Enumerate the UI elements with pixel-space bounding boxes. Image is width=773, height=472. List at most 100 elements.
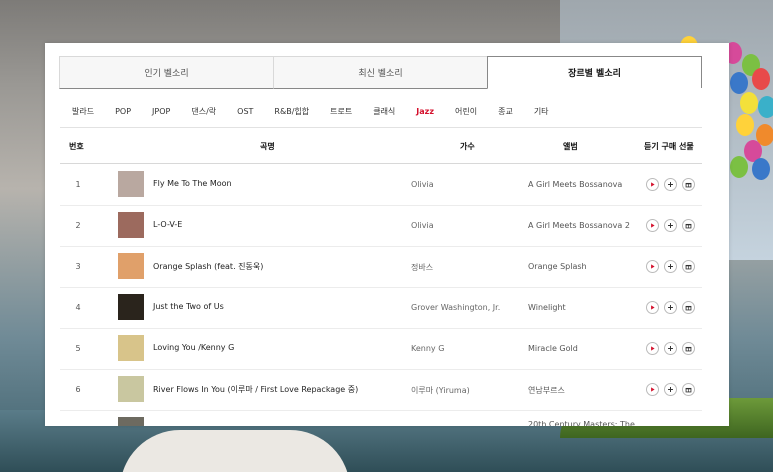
- play-button[interactable]: [646, 342, 659, 355]
- album-thumbnail[interactable]: [118, 253, 144, 279]
- row-number: 2: [75, 221, 81, 230]
- album-link[interactable]: 연남부르스: [528, 385, 565, 396]
- play-button[interactable]: [646, 178, 659, 191]
- row-number: 6: [75, 385, 81, 394]
- tab-popular[interactable]: 인기 벨소리: [59, 56, 274, 89]
- play-icon: [651, 264, 655, 269]
- row-actions: [646, 342, 695, 355]
- plus-icon: [668, 305, 673, 310]
- song-title-link[interactable]: Orange Splash (feat. 진동욱): [153, 261, 263, 272]
- balloon: [740, 92, 758, 114]
- album-thumbnail[interactable]: [118, 171, 144, 197]
- table-row: 2 L-O-V-E Olivia A Girl Meets Bossanova …: [60, 205, 702, 247]
- genre-dance-rock[interactable]: 댄스/락: [191, 106, 216, 117]
- table-row: 4 Just the Two of Us Grover Washington, …: [60, 287, 702, 329]
- row-actions: [646, 260, 695, 273]
- play-button[interactable]: [646, 260, 659, 273]
- album-thumbnail[interactable]: [118, 212, 144, 238]
- plus-icon: [668, 387, 673, 392]
- gift-button[interactable]: [682, 219, 695, 232]
- album-thumbnail[interactable]: [118, 335, 144, 361]
- genre-religion[interactable]: 종교: [498, 106, 513, 117]
- genre-divider: [60, 127, 702, 128]
- gift-icon: [685, 264, 692, 270]
- genre-jazz[interactable]: Jazz: [416, 107, 434, 116]
- artist-link[interactable]: 이루마 (Yiruma): [411, 385, 470, 396]
- row-number: 3: [75, 262, 81, 271]
- genre-kids[interactable]: 어린이: [455, 106, 477, 117]
- album-thumbnail[interactable]: [118, 294, 144, 320]
- header-album: 앨범: [563, 142, 578, 151]
- artist-link[interactable]: 정바스: [411, 262, 433, 273]
- table-row: 3 Orange Splash (feat. 진동욱) 정바스 Orange S…: [60, 246, 702, 288]
- song-title-link[interactable]: Fly Me To The Moon: [153, 179, 232, 188]
- buy-button[interactable]: [664, 342, 677, 355]
- plus-icon: [668, 346, 673, 351]
- song-title-link[interactable]: River Flows In You (이루마 / First Love Rep…: [153, 384, 358, 395]
- song-title-link[interactable]: Loving You /Kenny G: [153, 343, 234, 352]
- table-header: 번호 곡명 가수 앨범 듣기 구매 선물: [60, 129, 702, 164]
- play-button[interactable]: [646, 219, 659, 232]
- buy-button[interactable]: [664, 219, 677, 232]
- buy-button[interactable]: [664, 383, 677, 396]
- buy-button[interactable]: [664, 178, 677, 191]
- play-icon: [651, 346, 655, 351]
- genre-filter: 발라드 POP JPOP 댄스/락 OST R&B/힙합 트로트 클래식 Jaz…: [60, 96, 702, 126]
- album-thumbnail[interactable]: [118, 376, 144, 402]
- header-actions: 듣기 구매 선물: [644, 142, 694, 151]
- buy-button[interactable]: [664, 260, 677, 273]
- album-link[interactable]: Orange Splash: [528, 262, 587, 271]
- gift-button[interactable]: [682, 301, 695, 314]
- genre-classic[interactable]: 클래식: [373, 106, 395, 117]
- play-icon: [651, 387, 655, 392]
- song-title-link[interactable]: L-O-V-E: [153, 220, 182, 229]
- table-row: 20th Century Masters: The: [60, 410, 702, 426]
- album-link[interactable]: Miracle Gold: [528, 344, 578, 353]
- tab-genre[interactable]: 장르별 벨소리: [487, 56, 702, 88]
- genre-ost[interactable]: OST: [237, 107, 253, 116]
- song-title-link[interactable]: Just the Two of Us: [153, 302, 224, 311]
- album-link[interactable]: 20th Century Masters: The: [528, 420, 635, 426]
- header-artist: 가수: [460, 142, 475, 151]
- table-row: 5 Loving You /Kenny G Kenny G Miracle Go…: [60, 328, 702, 370]
- buy-button[interactable]: [664, 301, 677, 314]
- header-song: 곡명: [260, 142, 275, 151]
- album-link[interactable]: Winelight: [528, 303, 566, 312]
- row-actions: [646, 301, 695, 314]
- genre-pop[interactable]: POP: [115, 107, 131, 116]
- play-icon: [651, 305, 655, 310]
- table-row: 1 Fly Me To The Moon Olivia A Girl Meets…: [60, 164, 702, 206]
- gift-icon: [685, 346, 692, 352]
- balloon: [730, 156, 748, 178]
- row-number: 4: [75, 303, 81, 312]
- row-actions: [646, 383, 695, 396]
- play-button[interactable]: [646, 383, 659, 396]
- artist-link[interactable]: Olivia: [411, 180, 434, 189]
- artist-link[interactable]: Olivia: [411, 221, 434, 230]
- play-button[interactable]: [646, 301, 659, 314]
- genre-ballad[interactable]: 발라드: [72, 106, 94, 117]
- table-row: 6 River Flows In You (이루마 / First Love R…: [60, 369, 702, 411]
- genre-etc[interactable]: 기타: [534, 106, 549, 117]
- genre-trot[interactable]: 트로트: [330, 106, 352, 117]
- row-actions: [646, 178, 695, 191]
- gift-button[interactable]: [682, 383, 695, 396]
- gift-button[interactable]: [682, 178, 695, 191]
- genre-rnb-hiphop[interactable]: R&B/힙합: [274, 106, 309, 117]
- tab-latest[interactable]: 최신 벨소리: [273, 56, 488, 89]
- gift-button[interactable]: [682, 260, 695, 273]
- plus-icon: [668, 182, 673, 187]
- album-thumbnail[interactable]: [118, 417, 144, 426]
- plus-icon: [668, 223, 673, 228]
- balloon: [730, 72, 748, 94]
- play-icon: [651, 182, 655, 187]
- balloon: [758, 96, 773, 118]
- artist-link[interactable]: Grover Washington, Jr.: [411, 303, 500, 312]
- genre-jpop[interactable]: JPOP: [152, 107, 170, 116]
- artist-link[interactable]: Kenny G: [411, 344, 444, 353]
- play-icon: [651, 223, 655, 228]
- balloon: [752, 158, 770, 180]
- album-link[interactable]: A Girl Meets Bossanova: [528, 180, 622, 189]
- album-link[interactable]: A Girl Meets Bossanova 2: [528, 221, 630, 230]
- gift-button[interactable]: [682, 342, 695, 355]
